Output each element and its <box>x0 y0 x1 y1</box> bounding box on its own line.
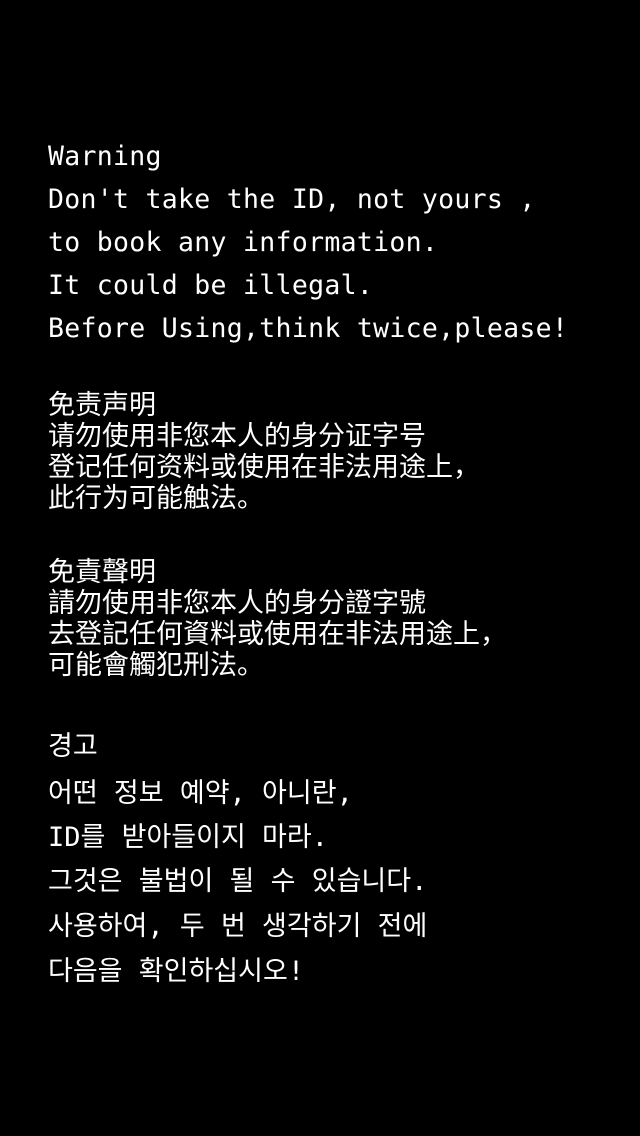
korean-warning-line-3: 그것은 불법이 될 수 있습니다. <box>48 866 428 897</box>
traditional-chinese-line-1: 請勿使用非您本人的身分證字號 <box>48 588 426 619</box>
english-warning-line-3: It could be illegal. <box>48 270 374 301</box>
korean-warning-title: 경고 <box>48 731 98 762</box>
simplified-chinese-title: 免责声明 <box>48 390 156 421</box>
korean-warning-line-4: 사용하여, 두 번 생각하기 전에 <box>48 911 428 942</box>
english-warning-title: Warning <box>48 141 162 172</box>
simplified-chinese-line-1: 请勿使用非您本人的身分证字号 <box>48 421 426 452</box>
korean-warning-line-2: ID를 받아들이지 마라. <box>48 822 328 853</box>
korean-warning-line-5: 다음을 확인하십시오! <box>48 956 305 987</box>
english-warning-line-4: Before Using,think twice,please! <box>48 313 569 344</box>
traditional-chinese-line-2: 去登記任何資料或使用在非法用途上， <box>48 619 507 650</box>
simplified-chinese-line-2: 登记任何资料或使用在非法用途上， <box>48 452 480 483</box>
english-warning-line-2: to book any information. <box>48 227 439 258</box>
traditional-chinese-line-3: 可能會觸犯刑法。 <box>48 650 264 681</box>
simplified-chinese-line-3: 此行为可能触法。 <box>48 483 264 514</box>
traditional-chinese-title: 免責聲明 <box>48 557 156 588</box>
korean-warning-line-1: 어떤 정보 예약, 아니란, <box>48 778 353 809</box>
english-warning-line-1: Don't take the ID, not yours , <box>48 184 536 215</box>
